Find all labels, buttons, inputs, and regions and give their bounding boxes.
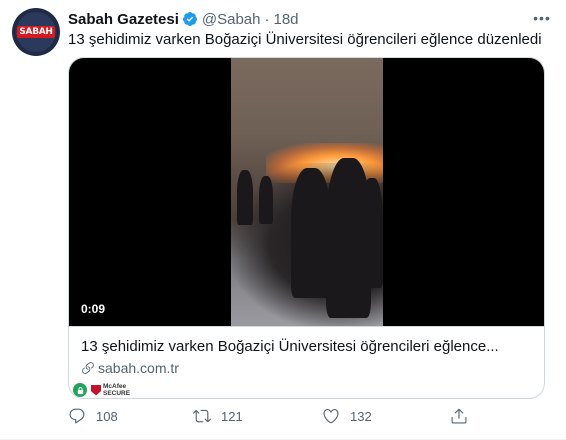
reply-icon [69,408,85,424]
more-options-icon[interactable]: ••• [532,10,552,26]
avatar-logo: SABAH [16,12,56,52]
video-player[interactable]: 0:09 [69,58,544,326]
tweet-actions: 108 121 132 [68,406,498,426]
video-duration: 0:09 [77,300,110,318]
like-button[interactable]: 132 [322,407,372,425]
card-domain-row: sabah.com.tr [81,360,532,376]
tweet-timestamp[interactable]: 18d [274,11,299,28]
mcafee-secure-badge: McAfee SECURE [91,383,130,397]
card-domain: sabah.com.tr [98,360,179,376]
card-title: 13 şehidimiz varken Boğaziçi Üniversites… [81,338,499,355]
link-card[interactable]: 0:09 13 şehidimiz varken Boğaziçi Üniver… [68,57,545,399]
security-badges: McAfee SECURE [69,382,130,398]
retweet-count: 121 [221,408,243,424]
tweet-header: Sabah Gazetesi @Sabah · 18d [68,9,299,29]
separator-dot: · [264,10,270,28]
verified-badge-icon [182,11,198,27]
mcafee-shield-icon [91,384,101,396]
retweet-button[interactable]: 121 [193,407,243,425]
reply-count: 108 [96,408,118,424]
video-thumbnail [231,58,383,326]
card-info[interactable]: 13 şehidimiz varken Boğaziçi Üniversites… [69,326,544,376]
share-button[interactable] [450,407,468,425]
avatar-logo-text: SABAH [17,26,55,38]
link-icon [82,362,94,374]
author-handle[interactable]: @Sabah [202,11,261,28]
mcafee-secure-label: SECURE [103,390,131,397]
heart-icon [323,409,339,424]
share-icon [451,408,467,424]
mcafee-label: McAfee [103,383,127,390]
avatar[interactable]: SABAH [12,8,60,56]
author-name[interactable]: Sabah Gazetesi [68,11,179,28]
tweet[interactable]: SABAH Sabah Gazetesi @Sabah · 18d ••• 13… [0,0,566,440]
like-count: 132 [350,408,372,424]
tweet-text: 13 şehidimiz varken Boğaziçi Üniversites… [68,31,542,48]
lock-icon [73,383,87,397]
retweet-icon [193,409,211,423]
reply-button[interactable]: 108 [68,407,118,425]
